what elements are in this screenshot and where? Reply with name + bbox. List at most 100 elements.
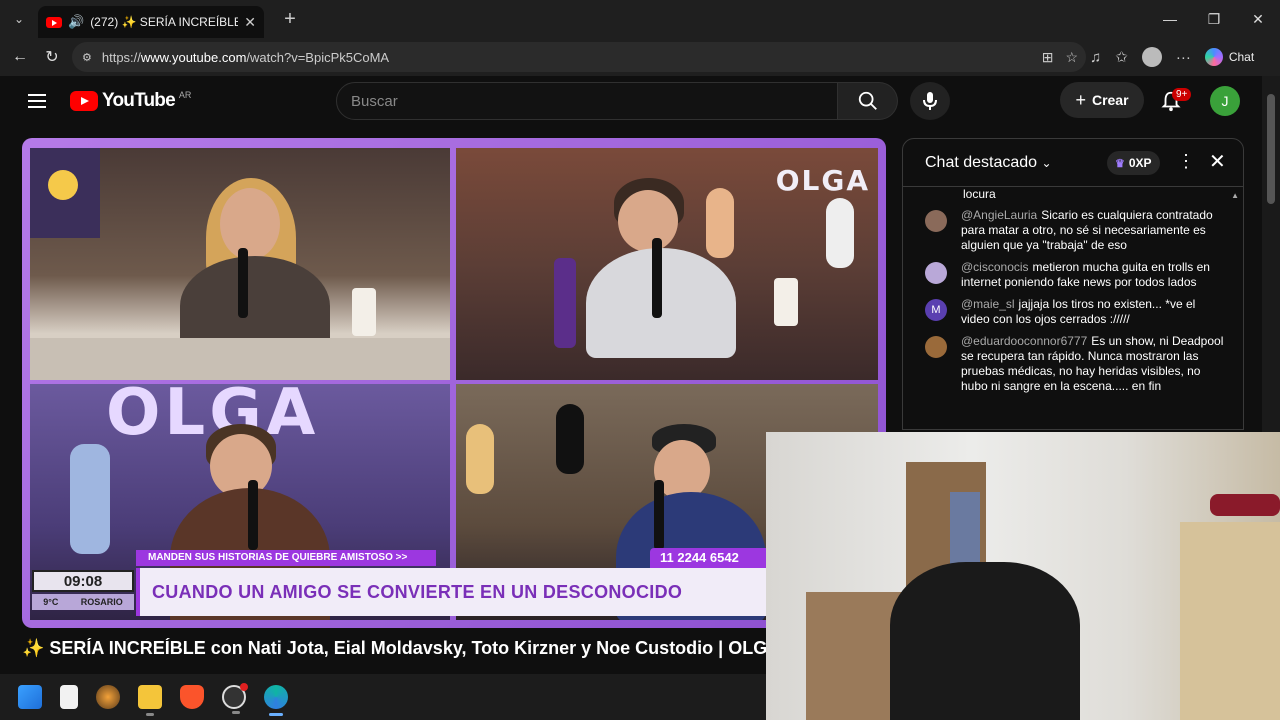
xp-button[interactable]: ♛ 0XP: [1107, 151, 1160, 175]
favorites-icon[interactable]: ✩: [1115, 48, 1128, 66]
chat-scroll-up-icon[interactable]: ▲: [1231, 191, 1239, 200]
url-path: /watch?v=BpicPk5CoMA: [246, 49, 390, 65]
partial-message: locura: [963, 187, 996, 201]
microphone-icon: [923, 92, 937, 110]
chat-username[interactable]: @AngieLauria: [961, 208, 1037, 222]
chat-message: @eduardooconnor6777 Es un show, ni Deadpo…: [925, 334, 1225, 394]
speaker-icon[interactable]: 🔊: [68, 14, 84, 30]
youtube-logo[interactable]: YouTube AR: [70, 90, 191, 112]
crown-icon: ♛: [1115, 157, 1125, 170]
close-window-icon[interactable]: ✕: [1236, 0, 1280, 38]
minimize-icon[interactable]: —: [1148, 0, 1192, 38]
chat-avatar[interactable]: [925, 210, 947, 232]
chat-avatar-initial: M: [931, 303, 941, 316]
country-code: AR: [178, 90, 192, 100]
search-button[interactable]: [838, 82, 898, 120]
copilot-icon[interactable]: [1204, 48, 1223, 66]
video-title: ✨ SERÍA INCREÍBLE con Nati Jota, Eial Mo…: [22, 638, 782, 658]
tab-title: (272) ✨ SERÍA INCREÍBLE con Nati Jota: [90, 15, 239, 29]
chat-username[interactable]: @maie_sl: [961, 297, 1015, 311]
clock-display: 09:08: [32, 570, 134, 592]
scrollbar-thumb[interactable]: [1267, 94, 1275, 204]
video-quadrant-host: [30, 148, 450, 380]
voice-search-button[interactable]: [910, 82, 950, 120]
tab-close-icon[interactable]: ✕: [244, 14, 256, 31]
reload-icon[interactable]: ↻: [36, 41, 68, 73]
chat-messages: locura @AngieLauria Sicario es cualquiera…: [903, 187, 1243, 394]
back-arrow-icon[interactable]: ←: [4, 41, 36, 73]
chat-message: M @maie_sl jajjaja los tiros no existen..…: [925, 297, 1225, 327]
create-label: Crear: [1091, 92, 1129, 108]
close-chat-icon[interactable]: ✕: [1209, 149, 1226, 174]
video-player[interactable]: OLGA OLGA MANDEN SUS HISTORIAS DE QUIEBR…: [22, 138, 886, 628]
webcam-person: [890, 562, 1080, 720]
live-chat-panel: Chat destacado ⌄ ♛ 0XP ⋮ ✕ ▲ locura @Angi…: [902, 138, 1244, 430]
youtube-header: YouTube AR Buscar + Crear 9+ J: [0, 76, 1262, 126]
browser-toolbar: ♫ ✩ ··· Chat: [1090, 38, 1254, 76]
chat-message: @cisconocis metieron mucha guita en troll…: [925, 260, 1225, 290]
copilot-chat-label[interactable]: Chat: [1229, 50, 1254, 64]
windows-taskbar: [0, 674, 766, 720]
temperature: 9°C: [43, 597, 59, 607]
brave-browser-icon[interactable]: [180, 685, 204, 709]
weather-display: 9°C ROSARIO: [32, 594, 134, 610]
address-bar[interactable]: ⚙ https://www.youtube.com/watch?v=BpicPk…: [72, 42, 1086, 72]
browser-tab-bar: ⌄ 🔊 (272) ✨ SERÍA INCREÍBLE con Nati Jot…: [0, 0, 1280, 38]
city-name: ROSARIO: [80, 597, 123, 607]
plus-icon: +: [1075, 89, 1086, 110]
chat-username[interactable]: @eduardooconnor6777: [961, 334, 1087, 348]
ticker-banner: MANDEN SUS HISTORIAS DE QUIEBRE AMISTOSO…: [136, 550, 436, 566]
new-tab-button[interactable]: +: [276, 5, 304, 33]
browser-profile-avatar[interactable]: [1141, 47, 1162, 67]
media-control-icon[interactable]: ♫: [1090, 49, 1101, 66]
search-input[interactable]: Buscar: [336, 82, 838, 120]
browser-navbar: ← ↻ ⚙ https://www.youtube.com/watch?v=Bp…: [0, 38, 1280, 76]
app-available-icon[interactable]: ⊞: [1042, 49, 1054, 66]
more-vert-icon[interactable]: ⋮: [1177, 151, 1195, 172]
address-bar-actions: ⊞ ☆: [1042, 42, 1078, 72]
headline-banner: CUANDO UN AMIGO SE CONVIERTE EN UN DESCO…: [136, 568, 776, 616]
fl-studio-icon[interactable]: [96, 685, 120, 709]
menu-icon[interactable]: [28, 94, 46, 108]
more-options-icon[interactable]: ···: [1176, 49, 1191, 66]
chevron-down-icon: ⌄: [1041, 155, 1052, 170]
chat-avatar[interactable]: [925, 262, 947, 284]
url-host: www.youtube.com: [140, 49, 247, 65]
restore-icon[interactable]: ❐: [1192, 0, 1236, 38]
edge-browser-icon[interactable]: [264, 685, 288, 716]
youtube-play-logo-icon: [70, 91, 98, 111]
file-explorer-icon[interactable]: [138, 685, 162, 716]
windows-start-icon[interactable]: [18, 685, 42, 709]
sun-sign: [48, 170, 78, 200]
chat-mode-dropdown[interactable]: Chat destacado ⌄: [925, 154, 1052, 172]
webcam-clothes: [950, 492, 980, 572]
profile-avatar[interactable]: J: [1210, 86, 1240, 116]
olga-logo-top: OLGA: [775, 164, 870, 197]
browser-tab-youtube[interactable]: 🔊 (272) ✨ SERÍA INCREÍBLE con Nati Jota …: [38, 6, 264, 38]
chat-message: @AngieLauria Sicario es cualquiera contra…: [925, 208, 1225, 253]
webcam-overlay: [766, 432, 1280, 720]
chat-header: Chat destacado ⌄ ♛ 0XP ⋮ ✕: [903, 139, 1243, 187]
youtube-wordmark: YouTube: [102, 90, 176, 111]
notifications-badge: 9+: [1172, 88, 1192, 101]
site-info-icon[interactable]: ⚙: [82, 51, 92, 64]
obs-icon[interactable]: [222, 683, 248, 714]
chat-avatar[interactable]: [925, 336, 947, 358]
chat-username[interactable]: @cisconocis: [961, 260, 1029, 274]
favorite-star-icon[interactable]: ☆: [1065, 49, 1078, 66]
video-quadrant-cohost-1: OLGA: [456, 148, 878, 380]
phone-number-tag: 11 2244 6542: [650, 548, 770, 568]
webcam-object: [1210, 494, 1280, 516]
webcam-furniture: [1180, 522, 1280, 720]
bottle: [554, 258, 576, 348]
xp-label: 0XP: [1128, 156, 1152, 170]
chat-mode-label: Chat destacado: [925, 153, 1038, 171]
window-controls: — ❐ ✕: [1148, 0, 1280, 38]
url-prefix: https://: [101, 49, 141, 65]
tab-list-chevron-icon[interactable]: ⌄: [4, 5, 34, 33]
notepad-icon[interactable]: [60, 685, 78, 709]
youtube-favicon-icon: [46, 16, 62, 28]
create-button[interactable]: + Crear: [1060, 82, 1144, 118]
search-icon: [858, 91, 877, 110]
chat-avatar[interactable]: M: [925, 299, 947, 321]
